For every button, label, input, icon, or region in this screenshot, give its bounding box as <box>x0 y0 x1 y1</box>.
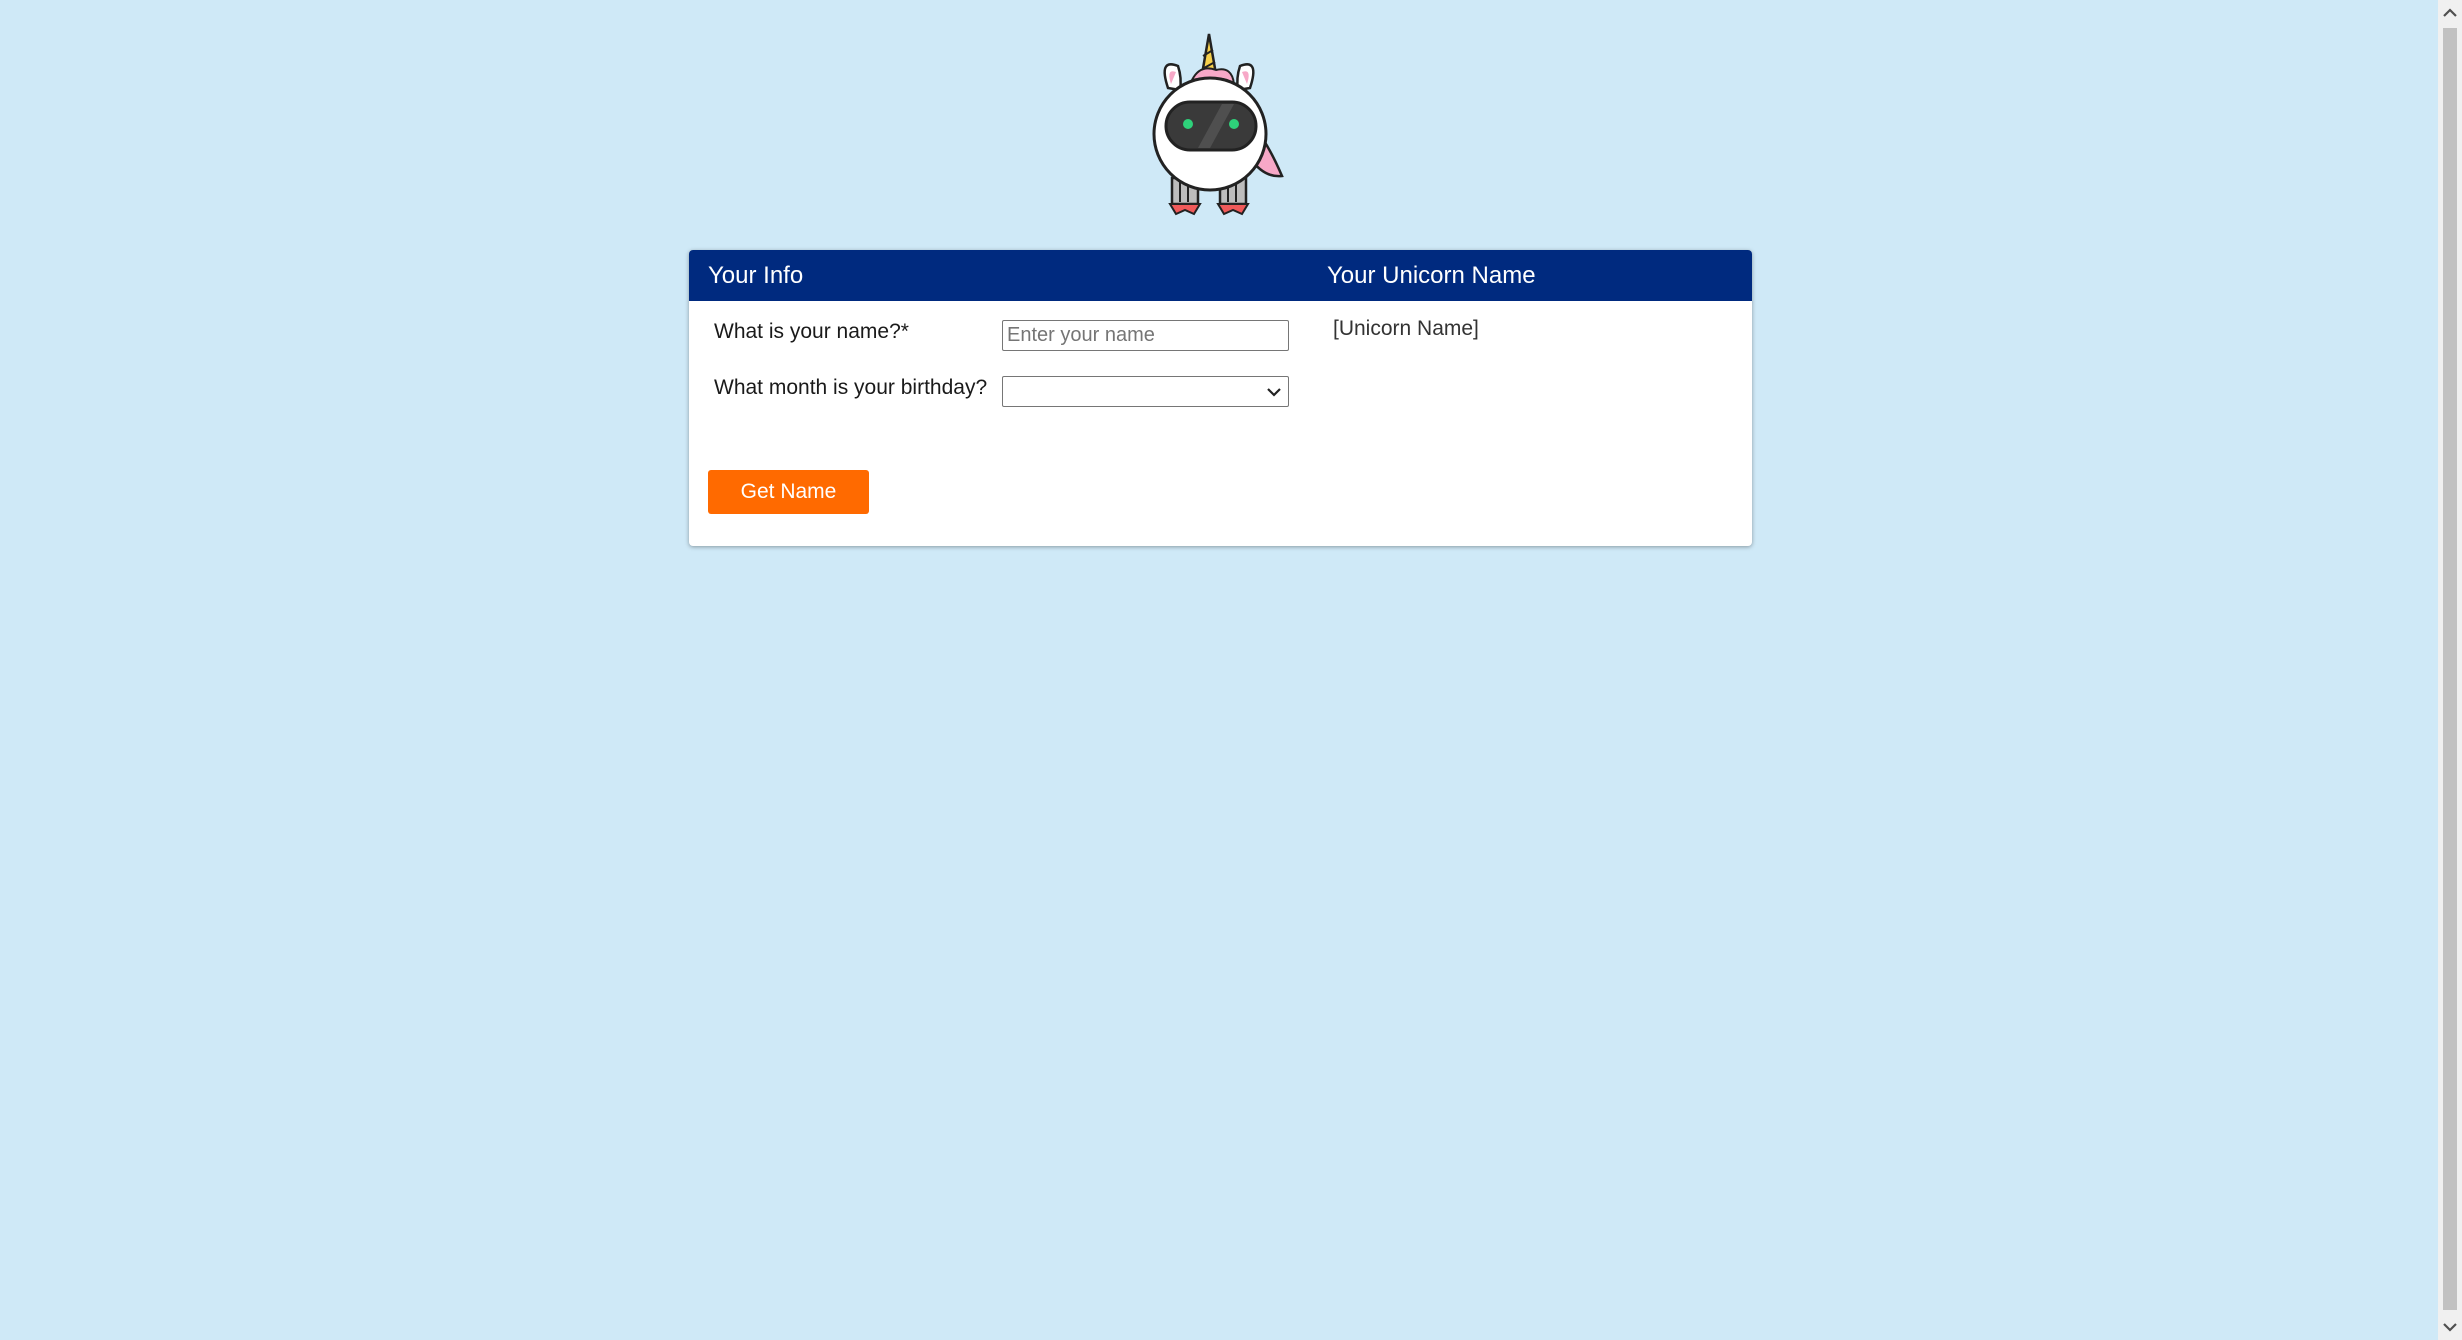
page: Your Info Your Unicorn Name What is your… <box>0 0 2462 1340</box>
vertical-scrollbar[interactable] <box>2438 0 2462 1340</box>
your-info-heading: Your Info <box>708 262 804 289</box>
birthday-month-label: What month is your birthday? <box>714 376 988 399</box>
unicorn-logo <box>1140 28 1300 218</box>
get-name-button[interactable]: Get Name <box>708 470 869 514</box>
unicorn-name-card: Your Info Your Unicorn Name What is your… <box>689 250 1752 546</box>
unicorn-name-result: [Unicorn Name] <box>1333 317 1479 340</box>
scroll-down-icon[interactable] <box>2438 1314 2462 1340</box>
chevron-down-icon <box>1267 388 1281 397</box>
name-input[interactable] <box>1002 320 1289 351</box>
scrollbar-thumb[interactable] <box>2443 28 2457 1310</box>
card-header: Your Info Your Unicorn Name <box>689 250 1752 301</box>
scroll-up-icon[interactable] <box>2438 0 2462 26</box>
your-unicorn-name-heading: Your Unicorn Name <box>1327 262 1536 289</box>
birthday-month-select[interactable] <box>1002 376 1289 407</box>
name-label: What is your name?* <box>714 320 909 343</box>
